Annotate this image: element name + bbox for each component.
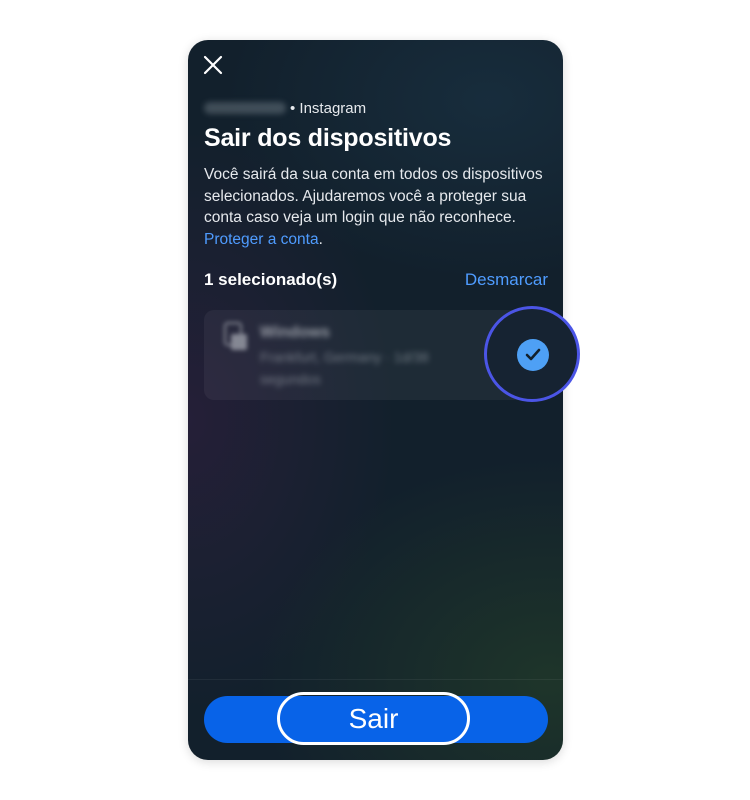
- account-line: • Instagram: [204, 98, 366, 118]
- exit-button-highlight[interactable]: Sair: [277, 692, 470, 745]
- computer-icon: [224, 322, 247, 350]
- description-body: Você sairá da sua conta em todos os disp…: [204, 166, 543, 226]
- logout-devices-sheet: • Instagram Sair dos dispositivos Você s…: [188, 40, 563, 760]
- page-title: Sair dos dispositivos: [204, 124, 452, 152]
- unselect-button[interactable]: Desmarcar: [465, 270, 548, 290]
- device-checkbox[interactable]: [517, 339, 549, 371]
- protect-account-link[interactable]: Proteger a conta: [204, 231, 319, 248]
- description-suffix: .: [318, 230, 323, 248]
- close-icon[interactable]: [202, 54, 224, 76]
- device-name: Windows: [260, 324, 331, 341]
- description-text: Você sairá da sua conta em todos os disp…: [204, 164, 549, 250]
- app-name: • Instagram: [290, 99, 367, 117]
- blurred-username: [204, 102, 286, 114]
- footer-divider: [188, 679, 563, 680]
- selected-count: 1 selecionado(s): [204, 270, 338, 289]
- device-meta: Frankfurt, Germany · 1d/38 segundos: [260, 349, 429, 387]
- checkmark-icon: [525, 348, 541, 361]
- exit-button-label: Sair: [348, 702, 399, 734]
